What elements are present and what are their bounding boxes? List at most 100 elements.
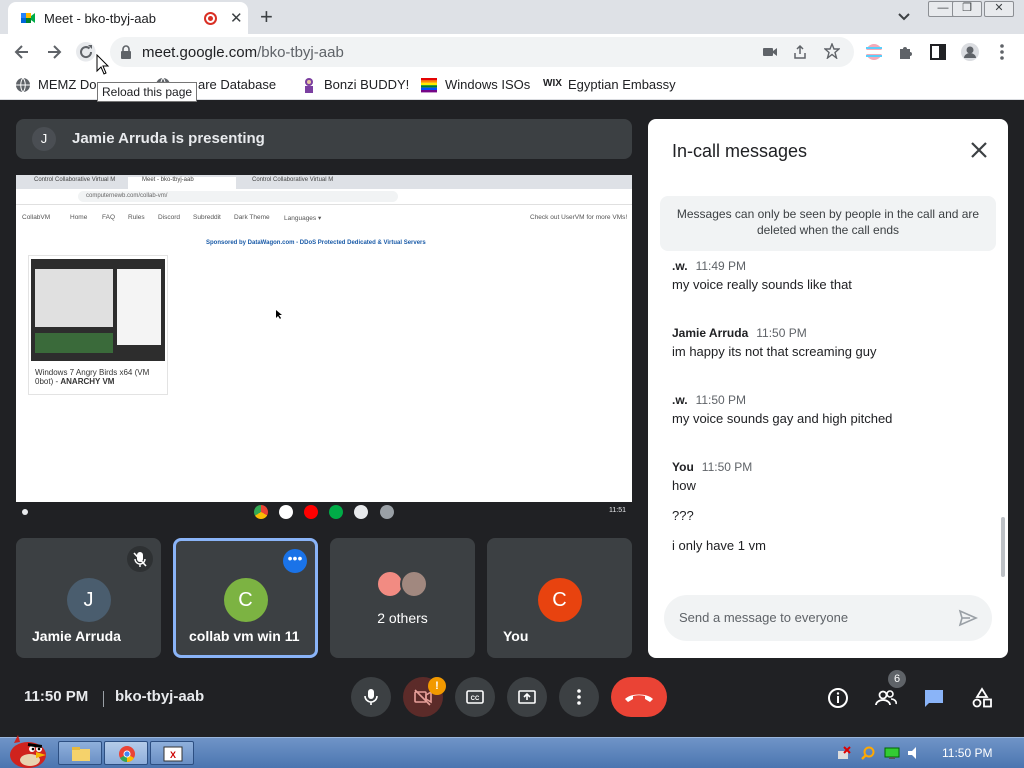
settings-gear-icon (380, 505, 394, 519)
side-panel-icon[interactable] (928, 42, 948, 62)
activities-shapes-icon[interactable] (971, 687, 993, 709)
browser-tab-meet[interactable]: Meet - bko-tbyj-aab ✕ (8, 2, 248, 34)
shared-screen[interactable]: Control Collaborative Virtual M Meet - b… (16, 175, 632, 521)
chat-scrollbar[interactable] (1001, 517, 1005, 577)
restore-button[interactable]: ❐ (952, 1, 982, 17)
leave-call-button[interactable] (611, 677, 667, 717)
people-icon[interactable] (875, 687, 897, 709)
shared-clock: 11:51 (609, 507, 626, 514)
meet-main: J Jamie Arruda is presenting Control Col… (0, 101, 1024, 737)
others-avatar (400, 570, 428, 598)
more-options-icon[interactable]: ••• (283, 549, 307, 573)
nav-link: Rules (128, 214, 145, 221)
present-screen-icon (518, 690, 536, 704)
wix-icon: WIX (543, 78, 562, 89)
more-vert-icon (577, 689, 581, 705)
recording-indicator-icon (204, 12, 217, 25)
chat-message: Jamie Arruda 11:50 PM im happy its not th… (672, 326, 877, 359)
more-options-button[interactable] (559, 677, 599, 717)
taskbar-app-button[interactable]: X (150, 741, 194, 765)
participant-avatar: C (223, 578, 268, 622)
send-icon[interactable] (958, 608, 978, 628)
shared-tab-strip: Control Collaborative Virtual M Meet - b… (16, 175, 632, 189)
vm-caption: Windows 7 Angry Birds x64 (VM 0bot) - AN… (35, 368, 150, 386)
network-error-icon[interactable] (836, 745, 852, 761)
google-meet-icon (21, 13, 35, 23)
hang-up-icon (625, 694, 653, 702)
nav-link: FAQ (102, 214, 116, 221)
rainbow-flag-icon (421, 78, 437, 93)
start-button-angry-bird-icon[interactable] (6, 733, 50, 768)
participant-tile-others[interactable]: 2 others (330, 538, 475, 658)
bookmark-malware-database[interactable]: are Database (198, 77, 276, 92)
close-window-button[interactable]: ✕ (984, 1, 1014, 17)
chat-message-input[interactable]: Send a message to everyone (664, 595, 992, 641)
forward-arrow-icon[interactable] (44, 42, 64, 62)
meeting-details-info-icon[interactable] (827, 687, 849, 709)
shared-tab: Control Collaborative Virtual M (252, 177, 334, 183)
window-app-icon: X (163, 746, 183, 762)
menu-kebab-icon[interactable] (992, 42, 1012, 62)
bookmark-memz[interactable]: MEMZ Do (38, 77, 97, 92)
bookmark-windows-isos[interactable]: Windows ISOs (445, 77, 530, 92)
participant-avatar: C (537, 578, 582, 622)
shared-address-bar: computernewb.com/collab-vm/ (16, 189, 632, 205)
shared-shelf: 11:51 (16, 502, 632, 522)
microphone-button[interactable] (351, 677, 391, 717)
participant-tile-jamie[interactable]: J Jamie Arruda (16, 538, 161, 658)
mouse-pointer-icon (96, 54, 110, 75)
meeting-clock: 11:50 PM (24, 688, 89, 705)
reload-icon[interactable] (76, 42, 96, 62)
bookmark-star-icon[interactable] (824, 43, 840, 59)
shared-url: computernewb.com/collab-vm/ (78, 191, 398, 202)
participant-tile-you[interactable]: C You (487, 538, 632, 658)
presenter-avatar: J (32, 127, 56, 151)
closed-captions-icon: CC (466, 690, 484, 704)
chat-bubble-icon[interactable] (923, 687, 945, 709)
shared-tab: Meet - bko-tbyj-aab (128, 177, 236, 189)
back-arrow-icon[interactable] (12, 42, 32, 62)
nav-link: CollabVM (22, 214, 51, 221)
close-icon[interactable] (970, 141, 988, 159)
youtube-icon (304, 505, 318, 519)
shared-site-nav: CollabVM Home FAQ Rules Discord Subreddi… (16, 211, 632, 225)
search-tray-icon[interactable] (860, 745, 876, 761)
present-screen-button[interactable] (507, 677, 547, 717)
monitor-tray-icon[interactable] (884, 745, 900, 761)
launcher-icon (22, 509, 28, 515)
chat-notice: Messages can only be seen by people in t… (660, 196, 996, 251)
microphone-icon (364, 689, 378, 705)
chat-input-placeholder: Send a message to everyone (679, 610, 849, 625)
nav-link: Subreddit (193, 214, 221, 221)
taskbar-explorer-button[interactable] (58, 741, 102, 765)
sponsor-text: Sponsored by DataWagon.com - DDoS Protec… (206, 240, 426, 246)
extensions-puzzle-icon[interactable] (896, 42, 916, 62)
chat-message: .w. 11:50 PM my voice sounds gay and high… (672, 393, 893, 426)
nav-link: Languages ▾ (284, 215, 322, 222)
others-label: 2 others (377, 610, 428, 626)
captions-button[interactable]: CC (455, 677, 495, 717)
lock-icon[interactable] (120, 45, 132, 59)
windows-taskbar: X 11:50 PM (0, 737, 1024, 768)
nav-link: Dark Theme (234, 214, 270, 221)
camera-warning-badge[interactable]: ! (428, 677, 446, 695)
bookmark-egyptian-embassy[interactable]: Egyptian Embassy (568, 77, 676, 92)
profile-flag-extension-icon[interactable] (864, 42, 884, 62)
participant-tile-collab-vm[interactable]: C ••• collab vm win 11 (173, 538, 318, 658)
new-tab-button[interactable]: + (260, 4, 273, 30)
people-count-badge: 6 (888, 670, 906, 688)
volume-icon[interactable] (906, 745, 922, 761)
profile-avatar-icon[interactable] (960, 42, 980, 62)
bonzi-icon (305, 78, 313, 93)
bookmark-bonzi-buddy[interactable]: Bonzi BUDDY! (324, 77, 409, 92)
participant-name: You (503, 628, 529, 644)
tab-search-chevron-icon[interactable] (896, 8, 912, 24)
share-icon[interactable] (792, 44, 808, 60)
address-bar[interactable]: meet.google.com/bko-tbyj-aab (110, 37, 854, 67)
taskbar-chrome-button[interactable] (104, 741, 148, 765)
camera-in-use-icon[interactable] (762, 45, 778, 59)
tab-close-icon[interactable]: ✕ (230, 9, 243, 27)
nav-link: Home (70, 214, 88, 221)
browser-toolbar: meet.google.com/bko-tbyj-aab (0, 34, 1024, 70)
meet-app-icon (329, 505, 343, 519)
